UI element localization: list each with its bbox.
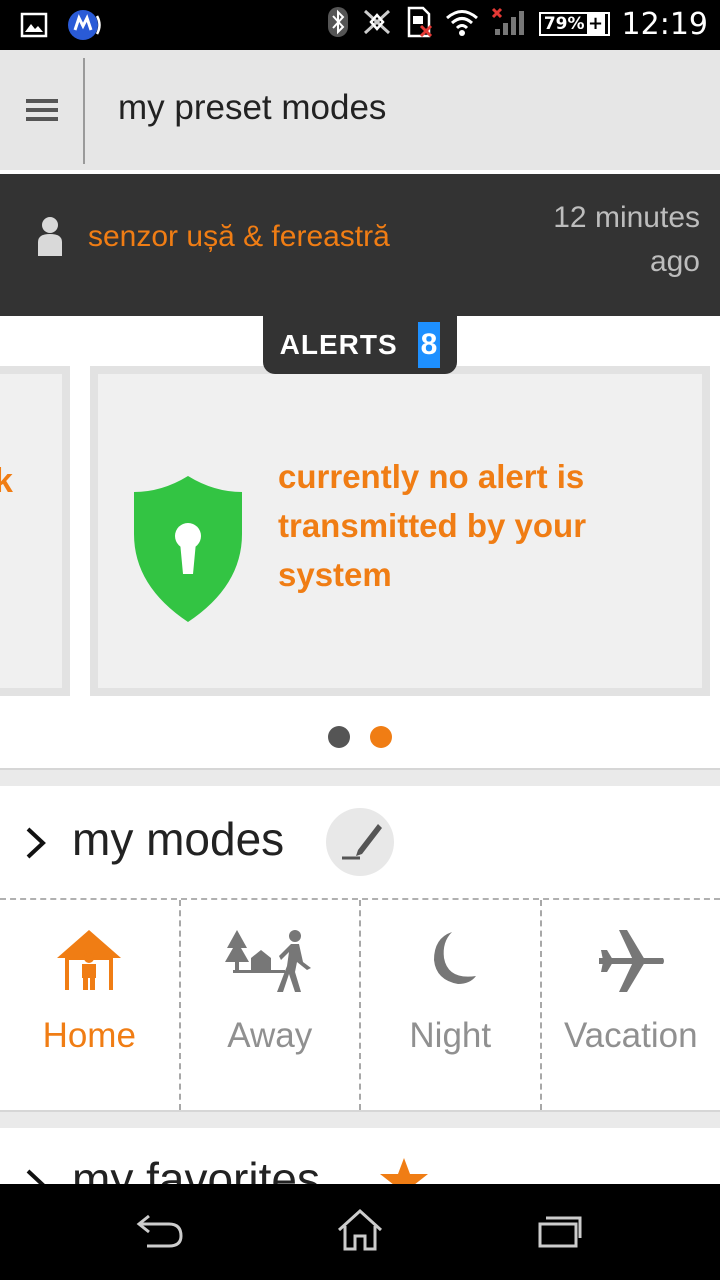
mode-home-label: Home bbox=[42, 1016, 136, 1055]
star-icon bbox=[378, 1156, 430, 1184]
signal-icon bbox=[491, 7, 527, 41]
status-bar: 79% + 12:19 bbox=[0, 0, 720, 50]
modes-row: Home Away Night Vacation bbox=[0, 900, 720, 1110]
modes-title: my modes bbox=[72, 813, 285, 865]
alerts-count-badge: 8 bbox=[417, 322, 441, 368]
airplane-icon bbox=[597, 928, 665, 998]
alert-card-message: currently no alert is transmitted by you… bbox=[278, 458, 587, 593]
favorites-header[interactable]: my favorites bbox=[0, 1128, 720, 1184]
image-icon bbox=[20, 12, 48, 42]
section-separator bbox=[0, 1110, 720, 1128]
back-icon bbox=[135, 1210, 185, 1254]
shield-lock-icon bbox=[132, 474, 244, 628]
bluetooth-icon bbox=[327, 6, 349, 42]
pencil-icon bbox=[336, 816, 384, 868]
mode-vacation[interactable]: Vacation bbox=[542, 900, 720, 1110]
navigation-bar bbox=[0, 1184, 720, 1280]
pager-dot-1[interactable] bbox=[328, 726, 350, 748]
mode-night[interactable]: Night bbox=[361, 900, 542, 1110]
mode-night-label: Night bbox=[409, 1016, 492, 1055]
action-bar-divider bbox=[83, 58, 85, 164]
mode-away-label: Away bbox=[227, 1016, 313, 1055]
status-time: 12:19 bbox=[621, 6, 708, 42]
page-title: my preset modes bbox=[118, 88, 387, 127]
back-button[interactable] bbox=[130, 1202, 190, 1262]
mode-home[interactable]: Home bbox=[0, 900, 181, 1110]
nfc-off-icon bbox=[361, 7, 393, 41]
action-bar: my preset modes bbox=[0, 50, 720, 172]
favorites-title: my favorites bbox=[72, 1153, 320, 1184]
mode-away[interactable]: Away bbox=[181, 900, 361, 1110]
recent-apps-icon bbox=[536, 1212, 584, 1252]
mode-vacation-label: Vacation bbox=[563, 1016, 698, 1055]
recent-apps-button[interactable] bbox=[530, 1202, 590, 1262]
event-time: 12 minutes ago bbox=[500, 196, 700, 284]
away-walking-icon bbox=[224, 928, 315, 998]
app-notification-icon bbox=[66, 8, 104, 46]
event-time-line1: 12 minutes bbox=[553, 201, 700, 234]
chevron-right-icon[interactable] bbox=[24, 1168, 48, 1184]
hamburger-menu-icon bbox=[26, 94, 58, 126]
battery-charging-indicator: + bbox=[586, 13, 605, 35]
home-button[interactable] bbox=[330, 1202, 390, 1262]
menu-button[interactable] bbox=[0, 50, 84, 170]
previous-alert-card[interactable]: k bbox=[0, 366, 70, 696]
moon-icon bbox=[422, 928, 478, 998]
event-time-line2: ago bbox=[649, 245, 700, 278]
battery-percent: 79% bbox=[543, 14, 585, 34]
sim-error-icon bbox=[405, 6, 433, 42]
chevron-right-icon[interactable] bbox=[24, 826, 48, 864]
battery-icon: 79% + bbox=[538, 12, 610, 36]
previous-card-text: k bbox=[0, 462, 13, 501]
section-separator bbox=[0, 768, 720, 786]
user-icon bbox=[36, 216, 64, 260]
wifi-icon bbox=[445, 8, 479, 40]
home-icon bbox=[55, 928, 123, 998]
edit-modes-button[interactable] bbox=[326, 808, 394, 876]
home-nav-icon bbox=[335, 1208, 385, 1256]
sensor-name: senzor ușă & fereastră bbox=[88, 220, 390, 253]
pager-dot-2[interactable] bbox=[370, 726, 392, 748]
alerts-tab[interactable]: ALERTS 8 bbox=[263, 316, 457, 374]
alerts-label: ALERTS bbox=[279, 329, 398, 360]
